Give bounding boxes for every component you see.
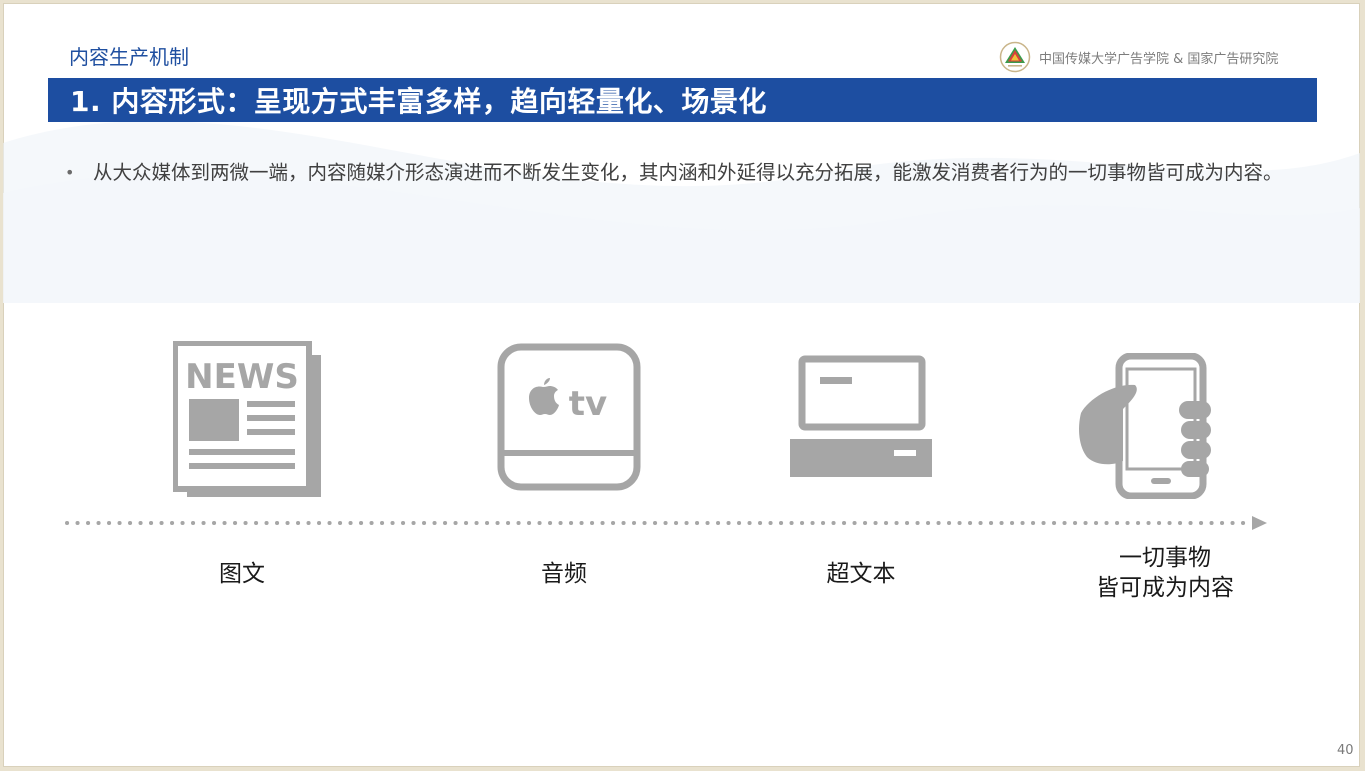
bullet-dot: • (65, 163, 75, 182)
section-title: 内容生产机制 (69, 45, 189, 69)
stage-label-line1: 一切事物 (1119, 545, 1211, 571)
stage-label-line1: 超文本 (826, 561, 896, 587)
tv-text: tv (569, 384, 607, 424)
stage-label-audio: 音频 (525, 559, 603, 589)
stage-label-line2: 皆可成为内容 (1096, 575, 1234, 601)
header-logo: 中国传媒大学广告学院 & 国家广告研究院 (999, 41, 1278, 73)
stage-label-line1: 图文 (219, 561, 265, 587)
hand-phone-icon (1079, 353, 1211, 499)
bullet-text: 从大众媒体到两微一端，内容随媒介形态演进而不断发生变化，其内涵和外延得以充分拓展… (93, 161, 1283, 184)
title-bar: 1. 内容形式：呈现方式丰富多样，趋向轻量化、场景化 (48, 78, 1317, 122)
page-number: 40 (1337, 743, 1354, 758)
stage-label-text-image: 图文 (203, 559, 281, 589)
newspaper-icon: NEWS (173, 341, 321, 497)
timeline-arrow (65, 516, 1267, 530)
stage-label-hypertext: 超文本 (809, 559, 913, 589)
newspaper-text: NEWS (185, 357, 299, 397)
stage-label-everything: 一切事物 皆可成为内容 (1075, 543, 1255, 603)
slide-title: 1. 内容形式：呈现方式丰富多样，趋向轻量化、场景化 (70, 85, 767, 118)
bullet-point: • 从大众媒体到两微一端，内容随媒介形态演进而不断发生变化，其内涵和外延得以充分… (65, 153, 1295, 193)
slide: 内容生产机制 中国传媒大学广告学院 & 国家广告研究院 1. 内容形式：呈现方式… (3, 3, 1360, 767)
apple-tv-icon: tv (497, 343, 641, 491)
organization-name: 中国传媒大学广告学院 & 国家广告研究院 (1039, 51, 1279, 67)
stage-label-line1: 音频 (541, 561, 587, 587)
school-logo-icon (999, 41, 1031, 73)
computer-icon (790, 355, 932, 477)
